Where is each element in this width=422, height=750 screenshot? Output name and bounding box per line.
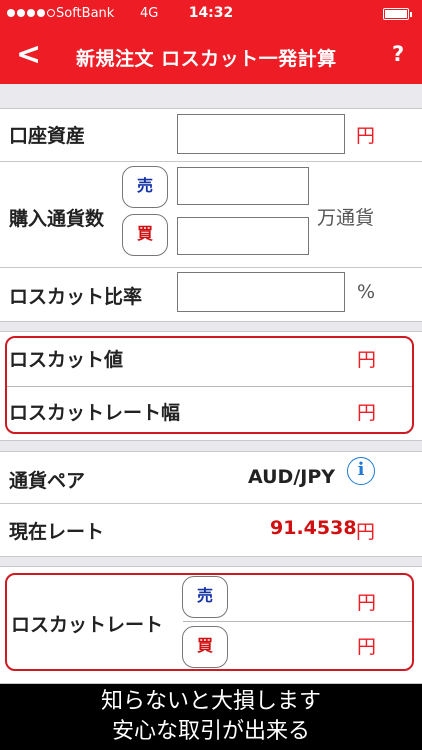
losscut-ratio-input[interactable] <box>177 272 345 312</box>
nav-bar: < 新規注文 ロスカット一発計算 ? <box>0 28 422 84</box>
sell-amount-button[interactable]: 売 <box>122 166 168 208</box>
page-title: 新規注文 ロスカット一発計算 <box>76 48 337 70</box>
promo-line-2: 安心な取引が出来る <box>111 719 310 744</box>
sell-amount-input[interactable] <box>177 167 309 205</box>
account-assets-unit: 円 <box>356 125 376 147</box>
currency-pair-value: AUD/JPY <box>248 466 336 488</box>
losscut-width-unit: 円 <box>357 402 377 424</box>
losscut-rate-label: ロスカットレート <box>11 614 164 636</box>
promo-banner: 知らないと大損します 安心な取引が出来る <box>0 684 422 750</box>
buy-amount-button[interactable]: 買 <box>122 214 168 256</box>
purchase-amount-unit: 万通貨 <box>317 207 375 229</box>
promo-line-1: 知らないと大損します <box>100 689 321 714</box>
losscut-ratio-label: ロスカット比率 <box>9 286 143 308</box>
info-icon[interactable]: i <box>347 457 375 485</box>
losscut-value-unit: 円 <box>357 349 377 371</box>
losscut-sell-unit: 円 <box>357 592 377 614</box>
buy-amount-input[interactable] <box>177 217 309 255</box>
network-type: 4G <box>140 6 159 21</box>
account-assets-label: 口座資産 <box>9 125 86 147</box>
status-bar: SoftBank 4G 14:32 <box>0 0 422 28</box>
losscut-ratio-unit: % <box>357 281 376 303</box>
losscut-buy-unit: 円 <box>357 636 377 658</box>
battery-icon <box>383 8 412 20</box>
carrier-name: SoftBank <box>56 6 115 21</box>
losscut-buy-button[interactable]: 買 <box>182 626 228 668</box>
purchase-amount-label: 購入通貨数 <box>9 208 105 230</box>
back-button[interactable]: < <box>16 38 41 72</box>
current-rate-label: 現在レート <box>9 521 105 543</box>
losscut-value-label: ロスカット値 <box>9 349 124 371</box>
status-time: 14:32 <box>188 5 234 21</box>
currency-pair-label: 通貨ペア <box>9 470 86 492</box>
losscut-sell-button[interactable]: 売 <box>182 576 228 618</box>
current-rate-value: 91.4538 <box>270 517 357 539</box>
signal-strength-icon <box>7 9 55 17</box>
current-rate-unit: 円 <box>356 521 376 543</box>
account-assets-input[interactable] <box>177 114 345 154</box>
losscut-width-label: ロスカットレート幅 <box>9 402 181 424</box>
help-button[interactable]: ? <box>392 42 404 66</box>
